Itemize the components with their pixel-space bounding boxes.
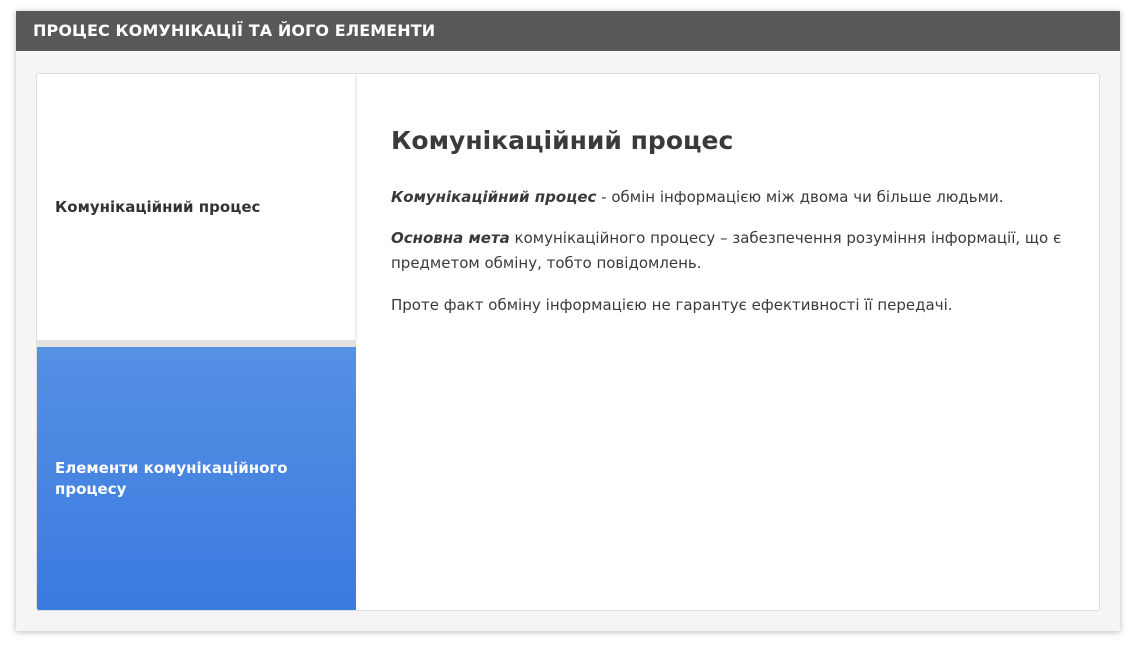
goal-paragraph: Основна мета комунікаційного процесу – з…	[391, 226, 1071, 276]
tab-label: Елементи комунікаційного процесу	[55, 459, 288, 498]
tab-divider	[37, 340, 356, 347]
definition-paragraph: Комунікаційний процес - обмін інформаціє…	[391, 185, 1071, 210]
definition-text: - обмін інформацією між двома чи більше …	[596, 188, 1004, 206]
tab-communication-elements[interactable]: Елементи комунікаційного процесу	[37, 347, 356, 610]
tab-content: Комунікаційний процес Комунікаційний про…	[391, 124, 1071, 336]
definition-term: Комунікаційний процес	[391, 188, 597, 206]
slide-frame: ПРОЦЕС КОМУНІКАЦІЇ ТА ЙОГО ЕЛЕМЕНТИ Кому…	[16, 11, 1120, 631]
tabs-panel: Комунікаційний процес Елементи комунікац…	[36, 73, 1100, 611]
content-heading: Комунікаційний процес	[391, 126, 734, 155]
tab-label: Комунікаційний процес	[55, 197, 261, 216]
note-paragraph: Проте факт обміну інформацією не гаранту…	[391, 296, 953, 314]
tab-communication-process[interactable]: Комунікаційний процес	[37, 74, 356, 340]
goal-term: Основна мета	[391, 229, 510, 247]
page-title: ПРОЦЕС КОМУНІКАЦІЇ ТА ЙОГО ЕЛЕМЕНТИ	[16, 11, 1120, 51]
